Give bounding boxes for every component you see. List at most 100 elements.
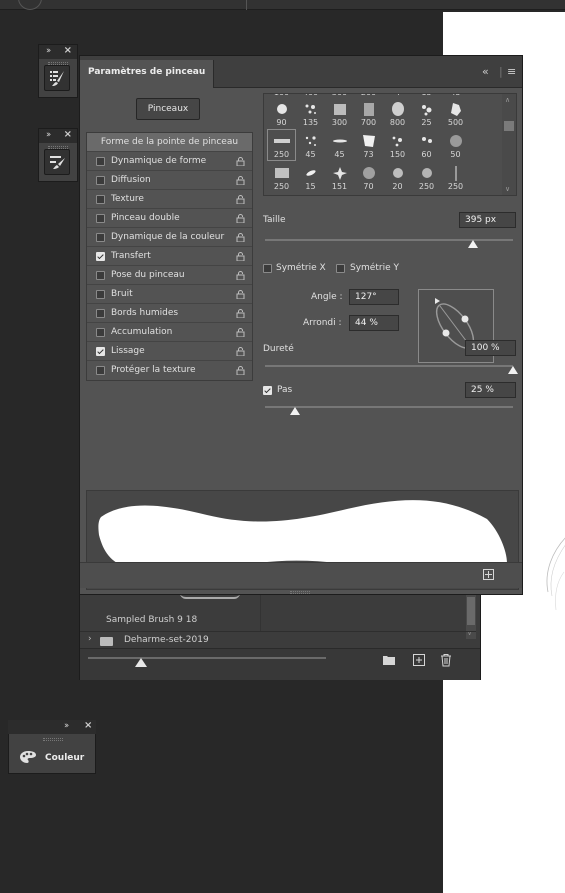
brush-tip[interactable]: 250: [412, 161, 441, 193]
lock-icon[interactable]: [236, 176, 245, 186]
brush-option-checkbox[interactable]: [96, 214, 105, 223]
thumbnail-size-slider-knob[interactable]: [135, 658, 147, 667]
brush-option-item[interactable]: Diffusion: [87, 171, 252, 190]
brush-icon[interactable]: [44, 149, 70, 175]
brush-tip[interactable]: 20: [383, 161, 412, 193]
flip-y-checkbox[interactable]: [336, 264, 345, 273]
brush-option-checkbox[interactable]: [96, 176, 105, 185]
brush-tip[interactable]: 250: [267, 129, 296, 161]
hardness-slider-track[interactable]: [265, 365, 513, 367]
expand-icon[interactable]: ››: [64, 721, 69, 731]
brush-tip[interactable]: 15: [296, 161, 325, 193]
lock-icon[interactable]: [236, 157, 245, 167]
brush-option-checkbox[interactable]: [96, 233, 105, 242]
hardness-field[interactable]: 100 %: [465, 340, 516, 356]
lock-icon[interactable]: [236, 214, 245, 224]
brush-tip[interactable]: 135: [296, 97, 325, 129]
brush-tip[interactable]: 50: [441, 129, 470, 161]
brush-tip[interactable]: 60: [412, 129, 441, 161]
grip-icon[interactable]: [290, 591, 310, 594]
brush-folder-row[interactable]: › Deharme-set-2019: [80, 631, 476, 647]
color-mini-panel[interactable]: ›› × Couleur: [8, 720, 96, 774]
brush-tip[interactable]: 70: [354, 161, 383, 193]
brush-tip[interactable]: 250: [441, 161, 470, 193]
brush-settings-icon[interactable]: [44, 65, 70, 91]
new-group-folder-icon[interactable]: [382, 653, 396, 667]
expand-icon[interactable]: ››: [46, 130, 51, 140]
brush-option-item[interactable]: Pose du pinceau: [87, 266, 252, 285]
lock-icon[interactable]: [236, 309, 245, 319]
flip-x-checkbox[interactable]: [263, 264, 272, 273]
brush-option-checkbox[interactable]: [96, 271, 105, 280]
brush-tip[interactable]: 25: [412, 97, 441, 129]
brush-option-item[interactable]: Texture: [87, 190, 252, 209]
brush-tip[interactable]: 45: [296, 129, 325, 161]
brush-tip[interactable]: 150: [383, 129, 412, 161]
brush-option-item[interactable]: Transfert: [87, 247, 252, 266]
lock-icon[interactable]: [236, 290, 245, 300]
brush-tip-scrollbar[interactable]: ∧ ∨: [502, 94, 516, 195]
size-slider-knob[interactable]: [468, 240, 479, 248]
brush-tip[interactable]: 300: [325, 97, 354, 129]
brush-option-item[interactable]: Dynamique de la couleur: [87, 228, 252, 247]
brush-tip[interactable]: 800: [383, 97, 412, 129]
close-icon[interactable]: ×: [64, 45, 72, 56]
brush-option-item[interactable]: Pinceau double: [87, 209, 252, 228]
hardness-slider-knob[interactable]: [508, 366, 518, 374]
lock-icon[interactable]: [236, 195, 245, 205]
brush-option-checkbox[interactable]: [96, 309, 105, 318]
brush-tip[interactable]: 151: [325, 161, 354, 193]
palette-icon[interactable]: [19, 750, 37, 764]
tab-brush-settings[interactable]: Paramètres de pinceau: [80, 60, 215, 88]
close-icon[interactable]: ×: [64, 129, 72, 140]
spacing-slider-track[interactable]: [265, 406, 513, 408]
lock-icon[interactable]: [236, 252, 245, 262]
brushes-button[interactable]: Pinceaux: [136, 98, 200, 120]
collapse-icon[interactable]: «: [482, 65, 489, 78]
brush-presets-mini-panel[interactable]: ›› ×: [38, 44, 78, 98]
brush-option-item[interactable]: Bruit: [87, 285, 252, 304]
brush-option-item[interactable]: Accumulation: [87, 323, 252, 342]
new-brush-icon[interactable]: [483, 569, 494, 580]
brush-tip[interactable]: 45: [325, 129, 354, 161]
brush-option-item[interactable]: Dynamique de forme: [87, 152, 252, 171]
brush-mini-panel[interactable]: ›› ×: [38, 128, 78, 182]
lock-icon[interactable]: [236, 233, 245, 243]
scroll-thumb[interactable]: [504, 121, 514, 131]
size-field[interactable]: 395 px: [459, 212, 516, 228]
brush-option-item[interactable]: Forme de la pointe de pinceau: [87, 133, 252, 152]
brush-preset-name[interactable]: Sampled Brush 9 18: [106, 615, 197, 625]
new-brush-icon[interactable]: [412, 653, 426, 667]
brush-tip[interactable]: 73: [354, 129, 383, 161]
brush-option-checkbox[interactable]: [96, 157, 105, 166]
brush-option-checkbox[interactable]: [96, 252, 105, 261]
brush-tip-grid[interactable]: 1004003002004154590135300700800255002504…: [263, 93, 517, 196]
roundness-field[interactable]: 44 %: [349, 315, 399, 331]
brush-option-checkbox[interactable]: [96, 366, 105, 375]
spacing-slider-knob[interactable]: [289, 407, 300, 415]
brush-option-checkbox[interactable]: [96, 347, 105, 356]
lock-icon[interactable]: [236, 271, 245, 281]
lock-icon[interactable]: [236, 347, 245, 357]
chevron-down-icon[interactable]: ∨: [505, 185, 510, 193]
brush-option-item[interactable]: Protéger la texture: [87, 361, 252, 380]
chevron-right-icon[interactable]: ›: [88, 634, 92, 644]
trash-icon[interactable]: [439, 653, 453, 667]
brush-option-checkbox[interactable]: [96, 328, 105, 337]
scroll-thumb[interactable]: [467, 597, 475, 625]
brush-tip[interactable]: 500: [441, 97, 470, 129]
grip-icon[interactable]: [43, 738, 63, 741]
spacing-checkbox[interactable]: [263, 386, 272, 395]
brush-option-checkbox[interactable]: [96, 195, 105, 204]
brush-option-checkbox[interactable]: [96, 290, 105, 299]
brush-tip[interactable]: 250: [267, 161, 296, 193]
expand-icon[interactable]: ››: [46, 46, 51, 56]
brush-tip[interactable]: 90: [267, 97, 296, 129]
thumbnail-size-slider-track[interactable]: [88, 657, 326, 659]
lock-icon[interactable]: [236, 328, 245, 338]
angle-field[interactable]: 127°: [349, 289, 399, 305]
brush-option-item[interactable]: Lissage: [87, 342, 252, 361]
panel-menu-icon[interactable]: ≡: [507, 65, 516, 78]
brush-option-item[interactable]: Bords humides: [87, 304, 252, 323]
spacing-field[interactable]: 25 %: [465, 382, 516, 398]
